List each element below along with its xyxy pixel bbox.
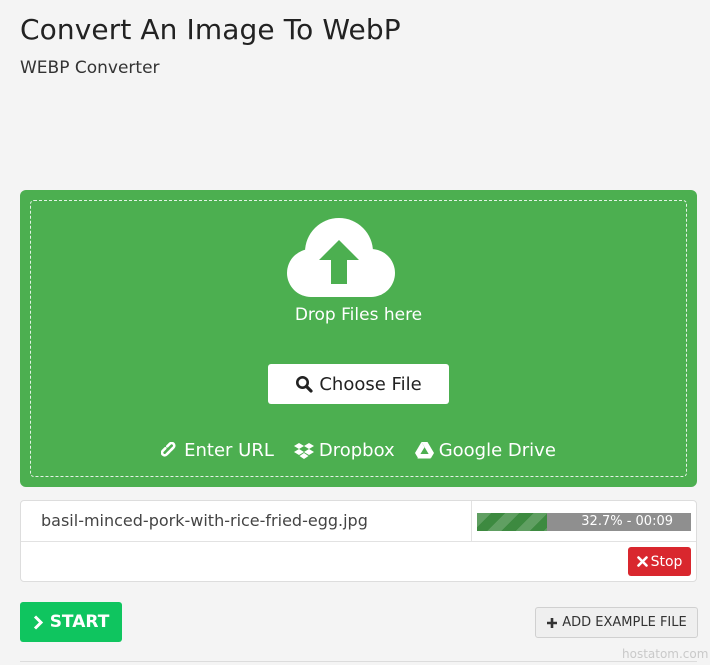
watermark: hostatom.com	[622, 647, 709, 661]
google-drive-link[interactable]: Google Drive	[414, 440, 556, 461]
progress-label: 32.7% - 00:09	[581, 514, 673, 529]
add-example-file-button[interactable]: ADD EXAMPLE FILE	[535, 607, 698, 638]
enter-url-link[interactable]: Enter URL	[161, 440, 274, 461]
page-subtitle: WEBP Converter	[20, 58, 160, 78]
dropbox-icon	[293, 442, 314, 459]
stop-label: Stop	[650, 553, 683, 570]
close-icon	[636, 556, 648, 567]
google-drive-icon	[414, 442, 434, 459]
source-links: Enter URL Dropbox Google Drive	[20, 440, 697, 461]
start-button[interactable]: START	[20, 602, 122, 642]
choose-file-button[interactable]: Choose File	[268, 364, 449, 404]
right-rail	[710, 0, 720, 665]
page-title: Convert An Image To WebP	[20, 13, 401, 46]
drop-files-text: Drop Files here	[294, 305, 423, 325]
link-icon	[161, 441, 176, 457]
stop-button[interactable]: Stop	[628, 547, 691, 576]
upload-progress-bar: 32.7% - 00:09	[477, 513, 691, 531]
dropbox-link[interactable]: Dropbox	[293, 440, 395, 461]
row-divider	[21, 541, 696, 542]
dropbox-label: Dropbox	[318, 440, 395, 461]
search-icon	[296, 376, 313, 393]
cloud-upload-icon	[287, 218, 395, 297]
progress-fill	[477, 513, 547, 531]
google-drive-label: Google Drive	[438, 440, 556, 461]
file-name: basil-minced-pork-with-rice-fried-egg.jp…	[41, 511, 368, 530]
start-label: START	[49, 612, 110, 632]
file-list-panel: basil-minced-pork-with-rice-fried-egg.jp…	[20, 500, 697, 582]
enter-url-label: Enter URL	[184, 440, 274, 461]
plus-icon	[547, 617, 558, 628]
add-example-label: ADD EXAMPLE FILE	[562, 615, 687, 630]
chevron-right-icon	[33, 614, 43, 630]
column-divider	[471, 501, 472, 541]
bottom-divider	[20, 661, 697, 662]
choose-file-label: Choose File	[319, 373, 422, 395]
